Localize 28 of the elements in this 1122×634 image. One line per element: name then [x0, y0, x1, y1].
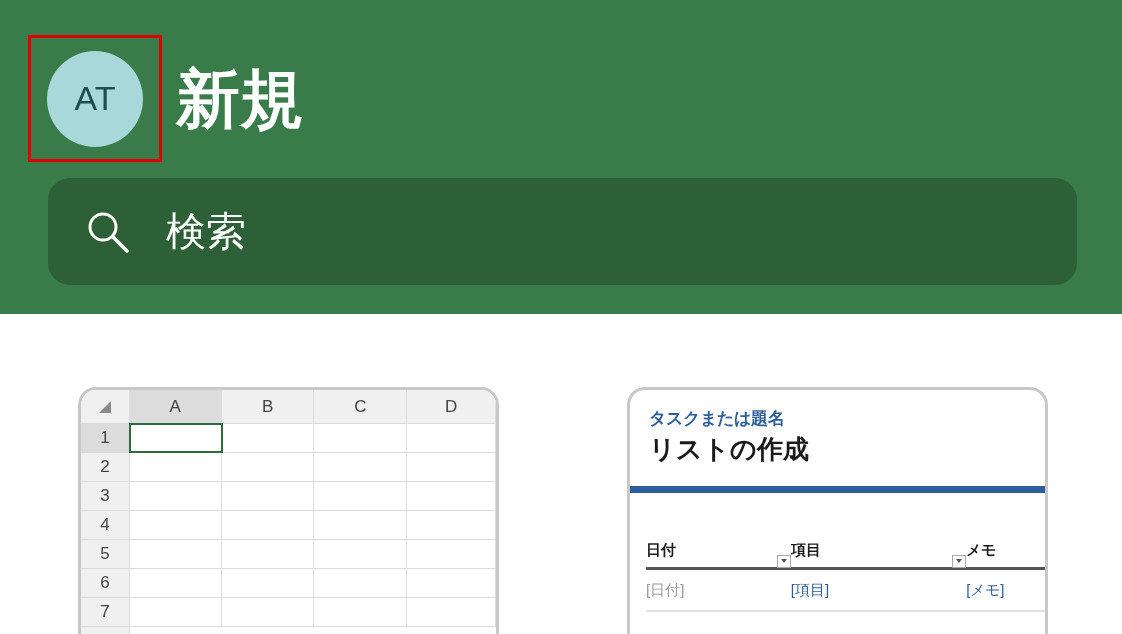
- avatar[interactable]: AT: [47, 50, 143, 147]
- row-header: 3: [81, 482, 130, 510]
- list-template-thumbnail[interactable]: タスクまたは題名 リストの作成 日付 項目 メモ [日付] [項目] [メモ]: [627, 387, 1048, 634]
- template-title: リストの作成: [649, 433, 810, 466]
- placeholder-cell: [メモ]: [966, 580, 1005, 598]
- column-header: メモ: [966, 539, 997, 560]
- selected-cell[interactable]: [129, 424, 222, 452]
- caret-icon: [956, 559, 963, 564]
- row-header: 2: [81, 453, 130, 481]
- page-title: 新規: [176, 66, 304, 131]
- placeholder-cell: [日付]: [646, 580, 685, 598]
- column-header: 項目: [790, 539, 821, 560]
- row-header: 7: [81, 598, 130, 626]
- caret-icon: [780, 559, 787, 564]
- row-header: 6: [81, 569, 130, 597]
- column-header: A: [129, 390, 222, 423]
- row-header: 5: [81, 540, 130, 568]
- placeholder-cell: [項目]: [790, 580, 830, 598]
- column-header: 日付: [646, 539, 676, 560]
- row-header: 4: [81, 511, 130, 539]
- workbook-thumbnail[interactable]: A B C D 1 2 3 4 5 6 7: [78, 387, 499, 634]
- filter-dropdown-button[interactable]: [776, 554, 791, 568]
- row-header: 1: [81, 424, 130, 452]
- select-all-triangle-icon: [98, 400, 111, 413]
- template-subtitle: タスクまたは題名: [649, 408, 786, 430]
- filter-dropdown-button[interactable]: [952, 554, 967, 568]
- search-field[interactable]: 検索: [48, 178, 1077, 285]
- search-icon: [86, 210, 130, 254]
